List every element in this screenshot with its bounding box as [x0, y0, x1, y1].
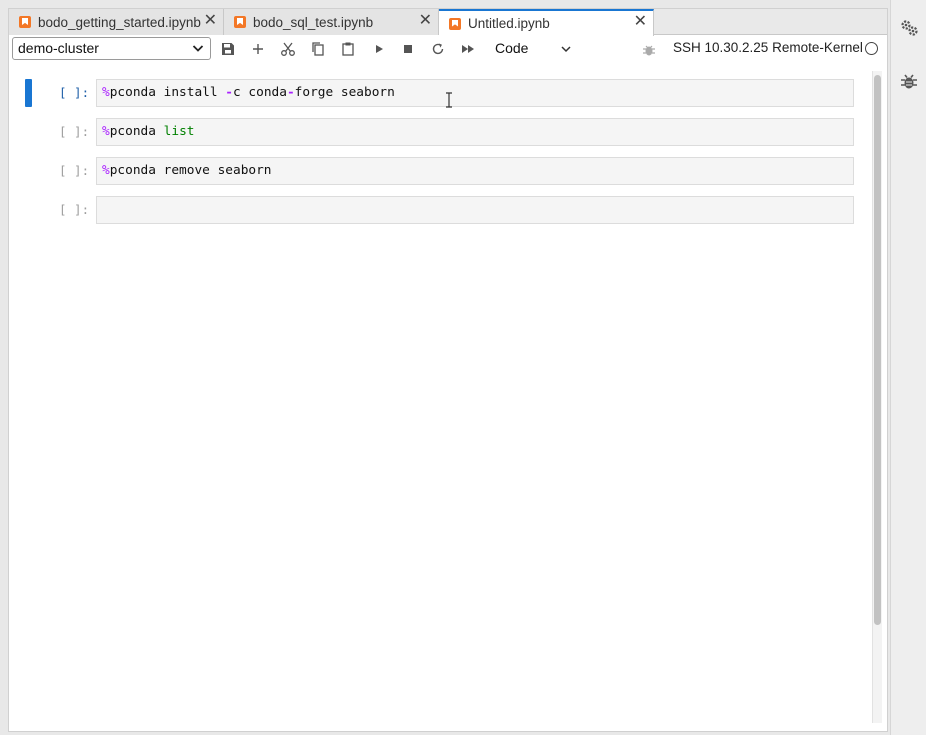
cluster-select[interactable]: demo-cluster [12, 37, 211, 60]
cluster-select-value: demo-cluster [18, 40, 99, 56]
cell-input[interactable]: %pconda install -c conda-forge seaborn [96, 79, 854, 107]
chevron-down-icon [192, 45, 204, 52]
code-token: % [102, 124, 110, 139]
code-token: % [102, 85, 110, 100]
code-cell[interactable]: [ ]: %pconda list [9, 118, 869, 146]
cell-prompt: [ ]: [59, 124, 90, 139]
code-cell[interactable]: [ ]: [9, 196, 869, 224]
right-sidebar [890, 0, 926, 735]
code-cell[interactable]: [ ]: %pconda install -c conda-forge seab… [9, 79, 869, 107]
notebook-toolbar: demo-cluster Code SSH 10.30.2.25 Remote-… [9, 36, 887, 64]
play-icon[interactable] [371, 41, 387, 57]
tab-untitled[interactable]: Untitled.ipynb ✕ [439, 9, 654, 36]
bug-icon[interactable] [641, 42, 657, 58]
code-token: - [225, 85, 234, 100]
bug-icon[interactable] [899, 72, 919, 92]
chevron-down-icon[interactable] [561, 44, 571, 54]
code-token: % [102, 163, 110, 178]
cell-prompt: [ ]: [59, 202, 90, 217]
close-icon[interactable]: ✕ [419, 12, 432, 30]
copy-icon[interactable] [310, 41, 326, 57]
save-icon[interactable] [220, 41, 236, 57]
cell-input[interactable]: %pconda list [96, 118, 854, 146]
active-cell-indicator [25, 79, 32, 107]
notebook-panel: bodo_getting_started.ipynb ✕ bodo_sql_te… [8, 8, 888, 732]
refresh-icon[interactable] [430, 41, 446, 57]
plus-icon[interactable] [250, 41, 266, 57]
tab-bodo-getting-started[interactable]: bodo_getting_started.ipynb ✕ [9, 9, 224, 35]
code-token: c conda [233, 85, 287, 100]
cell-prompt: [ ]: [59, 163, 90, 178]
code-token: pconda install [109, 85, 226, 100]
kernel-status-icon [865, 42, 878, 55]
code-cell[interactable]: [ ]: %pconda remove seaborn [9, 157, 869, 185]
scissors-icon[interactable] [280, 41, 296, 57]
notebook-icon [19, 16, 31, 28]
fast-forward-icon[interactable] [460, 41, 476, 57]
code-token: list [163, 124, 195, 139]
tab-bar: bodo_getting_started.ipynb ✕ bodo_sql_te… [9, 9, 887, 36]
cell-input[interactable] [96, 196, 854, 224]
scrollbar-thumb[interactable] [874, 75, 881, 625]
app-frame: bodo_getting_started.ipynb ✕ bodo_sql_te… [0, 0, 926, 735]
close-icon[interactable]: ✕ [634, 13, 647, 31]
paste-icon[interactable] [340, 41, 356, 57]
notebook-content: [ ]: %pconda install -c conda-forge seab… [9, 65, 887, 731]
tab-label: bodo_sql_test.ipynb [253, 14, 374, 30]
cell-type-select[interactable]: Code [495, 40, 528, 56]
code-token: forge seaborn [294, 85, 395, 100]
tab-label: bodo_getting_started.ipynb [38, 14, 201, 30]
notebook-icon [234, 16, 246, 28]
kernel-name[interactable]: SSH 10.30.2.25 Remote-Kernel [673, 40, 863, 55]
code-token: pconda [109, 124, 164, 139]
code-token: - [286, 85, 295, 100]
text-cursor-icon [446, 92, 452, 108]
tab-label: Untitled.ipynb [468, 16, 550, 31]
cell-prompt: [ ]: [59, 85, 90, 100]
notebook-icon [449, 17, 461, 30]
gears-icon[interactable] [899, 18, 919, 38]
cell-input[interactable]: %pconda remove seaborn [96, 157, 854, 185]
close-icon[interactable]: ✕ [204, 12, 217, 30]
vertical-scrollbar[interactable] [872, 71, 882, 723]
tab-bodo-sql-test[interactable]: bodo_sql_test.ipynb ✕ [224, 9, 439, 35]
stop-icon[interactable] [400, 41, 416, 57]
code-token: pconda remove seaborn [109, 163, 272, 178]
